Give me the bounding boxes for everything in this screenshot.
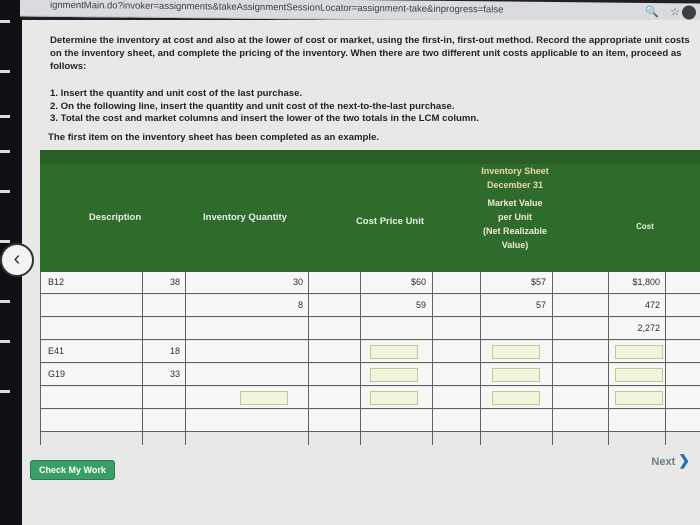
row1-quantity: 38 xyxy=(169,277,180,287)
zoom-icon[interactable]: 🔍 xyxy=(645,6,659,18)
row2-qty-split: 8 xyxy=(297,300,303,310)
url-text: ignmentMain.do?invoker=assignments&takeA… xyxy=(50,0,504,16)
table-row xyxy=(40,295,700,317)
row1-unit-cost: $60 xyxy=(410,277,426,287)
sheet-header: Inventory Sheet December 31 Description … xyxy=(40,150,700,272)
instruction-steps: 1. Insert the quantity and unit cost of … xyxy=(50,88,479,126)
chevron-right-icon: ❯ xyxy=(678,452,690,468)
row3-cost-total: 2,272 xyxy=(637,323,660,333)
row1-market: $57 xyxy=(530,277,546,287)
row1-qty-split: 30 xyxy=(292,277,303,287)
table-row xyxy=(40,272,700,294)
row4-quantity: 18 xyxy=(169,346,180,356)
row2-market: 57 xyxy=(535,300,546,310)
bookmark-star-icon[interactable]: ☆ xyxy=(670,6,680,18)
table-row xyxy=(40,318,700,340)
row5-description: G19 xyxy=(48,369,66,379)
step-1: 1. Insert the quantity and unit cost of … xyxy=(50,88,303,99)
next-button[interactable]: Next ❯ xyxy=(651,452,690,469)
inventory-sheet: Inventory Sheet December 31 Description … xyxy=(40,150,700,445)
row5-unit-cost-input[interactable] xyxy=(370,368,418,382)
header-description: Description xyxy=(88,212,142,223)
row6-qty-input[interactable] xyxy=(240,391,288,405)
next-label: Next xyxy=(651,456,676,468)
header-market-value: Market Value per Unit (Net Realizable Va… xyxy=(482,198,548,250)
header-cost-price: Cost Price Unit xyxy=(355,216,425,227)
header-cost: Cost xyxy=(636,222,654,231)
row1-description: B12 xyxy=(48,277,65,287)
row6-market-input[interactable] xyxy=(492,391,540,405)
row4-cost-input[interactable] xyxy=(615,345,663,359)
row5-quantity: 33 xyxy=(169,369,180,379)
row6-unit-cost-input[interactable] xyxy=(370,391,418,405)
row6-cost-input[interactable] xyxy=(615,391,663,405)
row1-cost: $1,800 xyxy=(632,277,660,287)
check-my-work-button[interactable]: Check My Work xyxy=(30,460,115,480)
table-row xyxy=(40,410,700,432)
profile-avatar[interactable] xyxy=(682,5,696,20)
row2-unit-cost: 59 xyxy=(415,300,426,310)
row4-market-input[interactable] xyxy=(492,345,540,359)
sheet-title: Inventory Sheet December 31 xyxy=(481,166,549,190)
step-2: 2. On the following line, insert the qua… xyxy=(50,100,455,112)
row5-market-input[interactable] xyxy=(492,368,540,382)
assignment-page: Determine the inventory at cost and also… xyxy=(22,20,700,525)
header-quantity: Inventory Quantity xyxy=(203,212,287,223)
screen-frame: ignmentMain.do?invoker=assignments&takeA… xyxy=(0,0,700,525)
instructions-text: Determine the inventory at cost and also… xyxy=(50,35,690,72)
row2-cost: 472 xyxy=(644,300,660,310)
example-note: The first item on the inventory sheet ha… xyxy=(48,132,380,143)
row5-cost-input[interactable] xyxy=(615,368,663,382)
row4-description: E41 xyxy=(48,346,65,356)
step-3: 3. Total the cost and market columns and… xyxy=(50,113,479,124)
chevron-left-icon[interactable]: ‹ xyxy=(0,243,34,277)
row4-unit-cost-input[interactable] xyxy=(370,345,418,359)
